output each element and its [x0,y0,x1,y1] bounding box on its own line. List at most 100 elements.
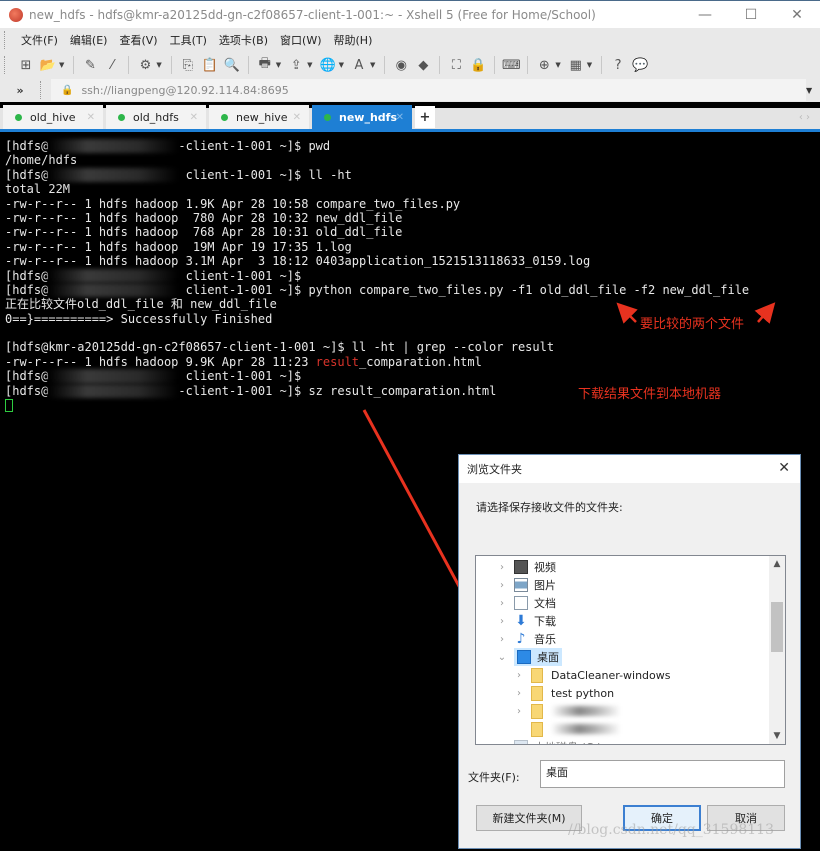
lock-icon[interactable]: 🔒 [468,55,488,75]
chevron-right-icon[interactable]: › [513,706,525,717]
menu-bar: 文件(F) 编辑(E) 查看(V) 工具(T) 选项卡(B) 窗口(W) 帮助(… [0,28,820,52]
terminal-line: -rw-r--r-- 1 hdfs hadoop 768 Apr 28 10:3… [5,225,815,239]
keyboard-icon[interactable]: ⌨ [501,55,521,75]
folder-tree[interactable]: ▲ ▼ › 视频 › 图片 › 文档 › ⬇ 下载 › ♪ 音乐 ⌄ 桌面 › DataCleaner-win… [475,555,786,745]
line-text: -rw-r--r-- 1 hdfs hadoop 768 Apr 28 10:3… [5,225,403,240]
close-icon[interactable]: ✕ [774,1,820,28]
line-text: client-1-001 ~]$ [178,369,302,384]
documents-folder-icon [514,596,528,610]
dropdown-arrow-icon[interactable]: ▼ [59,61,64,69]
menu-window[interactable]: 窗口(W) [274,32,327,48]
expand-chevron-icon[interactable]: » [0,84,40,97]
address-input[interactable]: 🔒 ssh://liangpeng@120.92.114.84:8695 [51,79,806,101]
open-icon[interactable]: 📂 [38,55,58,75]
tree-item[interactable]: › 本地磁盘 (C:) [496,738,601,745]
toolbar-grip[interactable] [4,56,7,74]
tab-old-hdfs[interactable]: old_hdfs ✕ [106,105,206,129]
menu-view[interactable]: 查看(V) [113,32,163,48]
tree-item[interactable]: › [513,702,621,720]
tree-item[interactable]: › ♪ 音乐 [496,630,556,648]
dialog-prompt: 请选择保存接收文件的文件夹: [476,501,623,514]
fullscreen-icon[interactable]: ⛶ [446,55,466,75]
globe-icon[interactable]: 🌐 [318,55,338,75]
paste-icon[interactable]: 📋 [200,55,220,75]
scroll-down-icon[interactable]: ▼ [769,728,785,744]
chevron-right-icon[interactable]: › [496,742,508,745]
scroll-up-icon[interactable]: ▲ [769,556,785,572]
properties-icon[interactable]: ⚙ [135,55,155,75]
chevron-down-icon[interactable]: ⌄ [496,652,508,663]
dropdown-arrow-icon[interactable]: ▼ [156,61,161,69]
dropdown-arrow-icon[interactable]: ▼ [307,61,312,69]
dropdown-arrow-icon[interactable]: ▼ [555,61,560,69]
add-tab-button[interactable]: + [415,106,435,128]
tab-old-hive[interactable]: old_hive ✕ [3,105,103,129]
tab-close-icon[interactable]: ✕ [396,112,404,123]
minimize-icon[interactable]: — [682,1,728,28]
dropdown-arrow-icon[interactable]: ▼ [276,61,281,69]
tab-close-icon[interactable]: ✕ [293,112,301,123]
xagent-icon[interactable]: ◆ [413,55,433,75]
tree-item[interactable]: › 视频 [496,558,556,576]
toolbar-grip[interactable] [4,31,7,49]
tree-item[interactable]: › DataCleaner-windows [513,666,671,684]
tab-close-icon[interactable]: ✕ [190,112,198,123]
dropdown-arrow-icon[interactable]: ▼ [339,61,344,69]
tree-item[interactable]: › ⬇ 下载 [496,612,556,630]
tree-item[interactable]: › test python [513,684,614,702]
tab-close-icon[interactable]: ✕ [87,112,95,123]
dialog-titlebar: 浏览文件夹 ✕ [459,455,800,483]
redacted-hostname [48,369,179,384]
help-icon[interactable]: ? [608,55,628,75]
tree-scrollbar[interactable]: ▲ ▼ [769,556,785,744]
chevron-right-icon[interactable]: › [513,670,525,681]
address-dropdown-icon[interactable]: ▼ [806,86,820,95]
chevron-right-icon[interactable]: › [496,598,508,609]
tab-scroll-arrows-icon[interactable]: ‹ › [799,112,810,123]
tree-item[interactable] [513,720,621,738]
scroll-thumb[interactable] [771,602,783,652]
chevron-right-icon[interactable]: › [496,562,508,573]
terminal-line: [hdfs@kmr-a20125dd-gn-c2f08657-client-1-… [5,340,815,354]
dialog-close-icon[interactable]: ✕ [778,460,790,476]
tree-item[interactable]: › 图片 [496,576,556,594]
find-icon[interactable]: 🔍 [222,55,242,75]
tree-item[interactable]: ⌄ 桌面 [496,648,562,666]
tab-label: new_hive [236,110,288,124]
menu-tools[interactable]: 工具(T) [164,32,213,48]
copy-icon[interactable]: ⎘ [178,55,198,75]
menu-edit[interactable]: 编辑(E) [64,32,114,48]
dropdown-arrow-icon[interactable]: ▼ [587,61,592,69]
xshell-app-icon [9,7,23,22]
line-text: client-1-001 ~]$ python compare_two_file… [178,282,750,297]
new-tab-icon[interactable]: ⊕ [534,55,554,75]
xftp-icon[interactable]: ◉ [391,55,411,75]
font-icon[interactable]: A [349,55,369,75]
line-text: [hdfs@ [5,139,49,153]
tab-new-hive[interactable]: new_hive ✕ [209,105,309,129]
reconnect-icon[interactable]: ✎ [80,55,100,75]
tree-item[interactable]: › 文档 [496,594,556,612]
new-session-icon[interactable]: ⊞ [16,55,36,75]
terminal-line: /home/hdfs [5,153,815,167]
maximize-icon[interactable]: ☐ [728,1,774,28]
toolbar-separator [247,56,249,74]
chevron-right-icon[interactable]: › [513,688,525,699]
print-icon[interactable]: 🖶 [255,55,275,75]
chevron-right-icon[interactable]: › [496,616,508,627]
menu-file[interactable]: 文件(F) [15,32,64,48]
tab-new-hdfs[interactable]: new_hdfs ✕ [312,105,412,129]
menu-help[interactable]: 帮助(H) [328,32,379,48]
disconnect-icon[interactable]: ⁄ [102,55,122,75]
chat-icon[interactable]: 💬 [630,55,650,75]
menu-tab[interactable]: 选项卡(B) [213,32,274,48]
folder-icon [531,703,543,719]
new-folder-button[interactable]: 新建文件夹(M) [476,805,582,831]
folder-input[interactable]: 桌面 [540,760,785,788]
chevron-right-icon[interactable]: › [496,634,508,645]
chevron-right-icon[interactable]: › [496,580,508,591]
session-tab-bar: old_hive ✕ old_hdfs ✕ new_hive ✕ new_hdf… [0,105,820,132]
dropdown-arrow-icon[interactable]: ▼ [370,61,375,69]
transfer-icon[interactable]: ⇪ [286,55,306,75]
layout-icon[interactable]: ▦ [566,55,586,75]
